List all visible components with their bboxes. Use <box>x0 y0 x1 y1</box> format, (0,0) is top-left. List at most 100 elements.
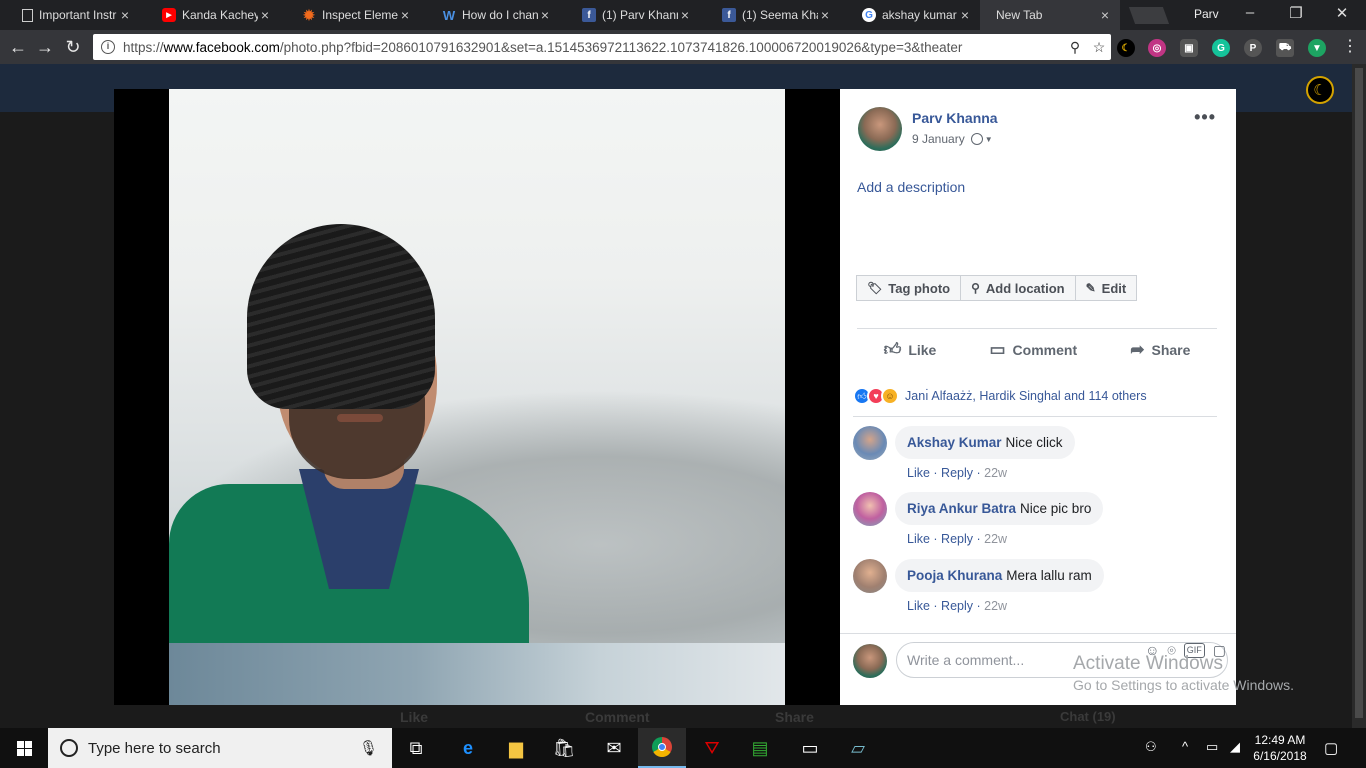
close-icon[interactable]: × <box>818 7 832 23</box>
dark-mode-toggle-icon[interactable]: ☾ <box>1306 76 1334 104</box>
start-button[interactable] <box>0 728 48 768</box>
browser-tab[interactable]: G akshay kumar - × <box>840 0 980 30</box>
background-chat: Chat (19) <box>1060 709 1116 724</box>
store-icon[interactable]: 🛍︎ <box>540 728 588 768</box>
commenter-name[interactable]: Pooja Khurana <box>907 568 1002 583</box>
back-icon[interactable]: ← <box>6 35 30 59</box>
comment-reply-link[interactable]: Reply <box>941 466 973 480</box>
edge-icon[interactable]: e <box>444 728 492 768</box>
close-window-icon[interactable]: ✕ <box>1322 4 1362 22</box>
reactions-summary[interactable]: 👍︎ ♥ ☺ Janı̇ Alfaażż, Hardik Singhal and… <box>853 387 1147 405</box>
close-icon[interactable]: × <box>258 7 272 23</box>
instagram-extension-icon[interactable]: ◎ <box>1148 39 1166 57</box>
avatar <box>853 644 887 678</box>
author-name[interactable]: Parv Khanna <box>912 110 998 126</box>
add-location-button[interactable]: ⚲ Add location <box>960 275 1076 301</box>
browser-tab-active[interactable]: New Tab × <box>980 0 1120 30</box>
comment-like-link[interactable]: Like <box>907 466 930 480</box>
notes-app-icon[interactable]: ▱ <box>834 728 882 768</box>
close-icon[interactable]: × <box>1098 7 1112 23</box>
more-options-icon[interactable]: ••• <box>1194 107 1216 128</box>
task-view-icon[interactable]: ⧉ <box>392 728 440 768</box>
menu-icon[interactable]: ⋮ <box>1338 35 1362 59</box>
activate-windows-title: Activate Windows <box>1073 653 1223 674</box>
pinterest-icon[interactable]: P <box>1244 39 1262 57</box>
page-viewport: ☾ Like Comment Share Chat (19) Parv Khan… <box>0 64 1366 728</box>
avatar[interactable] <box>853 492 887 526</box>
avatar[interactable] <box>858 107 902 151</box>
photo-viewer[interactable] <box>114 89 840 705</box>
spreadsheet-app-icon[interactable]: ▤ <box>736 728 784 768</box>
close-icon[interactable]: × <box>958 7 972 23</box>
notifications-icon[interactable]: ▢ <box>1324 739 1338 757</box>
comment-like-link[interactable]: Like <box>907 532 930 546</box>
cortana-icon <box>60 739 78 757</box>
browser-tab[interactable]: W How do I chang × <box>420 0 560 30</box>
comment-button[interactable]: ▭ Comment <box>989 339 1077 360</box>
post-date[interactable]: 9 January <box>912 132 965 146</box>
background-comment: Comment <box>585 709 650 725</box>
dark-mode-extension-icon[interactable]: ☾ <box>1117 39 1135 57</box>
bookmark-star-icon[interactable]: ☆ <box>1087 39 1111 56</box>
background-share: Share <box>775 709 814 725</box>
close-icon[interactable]: × <box>118 7 132 23</box>
chevron-down-icon[interactable]: ▼ <box>985 135 993 144</box>
globe-icon[interactable] <box>970 133 983 145</box>
browser-tab[interactable]: ▶ Kanda Kacheya × <box>140 0 280 30</box>
comment-reply-link[interactable]: Reply <box>941 599 973 613</box>
grammarly-icon[interactable]: G <box>1212 39 1230 57</box>
avatar[interactable] <box>853 426 887 460</box>
shopping-icon[interactable]: ▼ <box>1308 39 1326 57</box>
comment-like-link[interactable]: Like <box>907 599 930 613</box>
clock-date: 6/16/2018 <box>1253 749 1307 763</box>
avatar[interactable] <box>853 559 887 593</box>
comment-time[interactable]: 22w <box>984 466 1007 480</box>
commenter-name[interactable]: Riya Ankur Batra <box>907 501 1016 516</box>
microphone-icon[interactable]: 🎙︎ <box>359 739 378 757</box>
cart-icon[interactable]: ⛟ <box>1276 39 1294 57</box>
restore-icon[interactable]: ❐ <box>1276 4 1316 22</box>
taskbar-search[interactable]: Type here to search 🎙︎ <box>48 728 392 768</box>
tab-title: Important Instr <box>39 8 117 22</box>
command-prompt-icon[interactable]: ▭ <box>786 728 834 768</box>
extension-icon[interactable]: ▣ <box>1180 39 1198 57</box>
wifi-icon[interactable]: ◢ <box>1230 739 1240 755</box>
like-button[interactable]: 👍︎ Like <box>884 339 937 360</box>
zoom-icon[interactable]: ⚲ <box>1063 39 1087 56</box>
file-explorer-icon[interactable]: ▆ <box>492 728 540 768</box>
close-icon[interactable]: × <box>538 7 552 23</box>
url-text[interactable]: https://www.facebook.com/photo.php?fbid=… <box>123 40 1063 55</box>
battery-icon[interactable]: ▭ <box>1206 739 1218 755</box>
profile-name[interactable]: Parv <box>1194 7 1219 21</box>
tag-photo-button[interactable]: 🏷 Tag photo <box>856 275 962 301</box>
forward-icon[interactable]: → <box>33 35 57 59</box>
comment-reply-link[interactable]: Reply <box>941 532 973 546</box>
edit-button[interactable]: ✎ Edit <box>1074 275 1138 301</box>
scrollbar[interactable] <box>1352 64 1366 728</box>
browser-tab[interactable]: ✹ Inspect Elemen × <box>280 0 420 30</box>
chevron-up-icon[interactable]: ^ <box>1182 739 1188 754</box>
browser-tab[interactable]: Important Instr × <box>0 0 140 30</box>
photo[interactable] <box>169 89 785 705</box>
share-button[interactable]: ➦ Share <box>1130 339 1190 360</box>
new-tab-button[interactable] <box>1128 7 1170 24</box>
info-icon[interactable]: i <box>101 40 115 54</box>
acrobat-icon[interactable]: ⛛ <box>688 728 736 768</box>
browser-tab[interactable]: f (1) Parv Khanna × <box>560 0 700 30</box>
add-description-link[interactable]: Add a description <box>857 179 965 195</box>
comment-time[interactable]: 22w <box>984 532 1007 546</box>
browser-tab[interactable]: f (1) Seema Khar × <box>700 0 840 30</box>
people-icon[interactable]: ⚇ <box>1145 739 1157 755</box>
reaction-names[interactable]: Janı̇ Alfaażż, Hardik Singhal and 114 ot… <box>905 389 1147 403</box>
mail-icon[interactable]: ✉ <box>590 728 638 768</box>
minimize-icon[interactable]: – <box>1230 4 1270 21</box>
address-bar[interactable]: i https://www.facebook.com/photo.php?fbi… <box>93 34 1111 60</box>
commenter-name[interactable]: Akshay Kumar <box>907 435 1002 450</box>
system-clock[interactable]: 12:49 AM 6/16/2018 <box>1250 732 1310 764</box>
close-icon[interactable]: × <box>678 7 692 23</box>
comment-time[interactable]: 22w <box>984 599 1007 613</box>
comment-text: Nice pic bro <box>1020 501 1092 516</box>
chrome-icon[interactable] <box>638 728 686 768</box>
reload-icon[interactable]: ↻ <box>61 35 85 59</box>
close-icon[interactable]: × <box>398 7 412 23</box>
